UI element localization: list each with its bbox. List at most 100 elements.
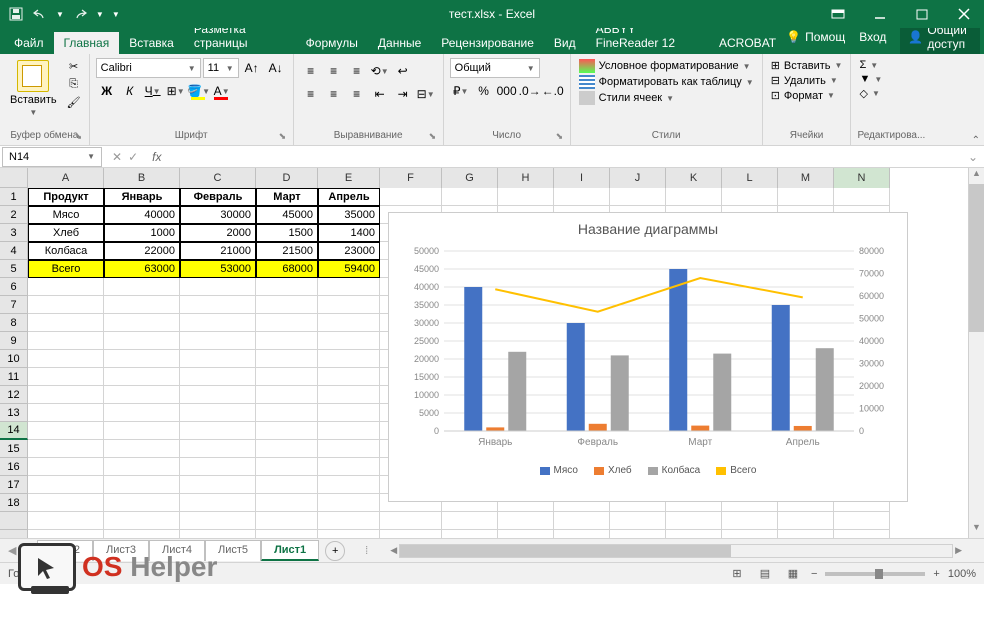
col-header-C[interactable]: C — [180, 168, 256, 188]
cancel-formula-icon[interactable]: ✕ — [112, 150, 122, 164]
cell[interactable]: Мясо — [28, 206, 104, 224]
cell[interactable] — [610, 188, 666, 206]
vertical-scrollbar[interactable]: ▲▼ — [968, 168, 984, 538]
cell[interactable] — [28, 440, 104, 458]
increase-indent-icon[interactable]: ⇥ — [392, 84, 414, 104]
cell[interactable]: 68000 — [256, 260, 318, 278]
cut-icon[interactable]: ✂ — [65, 58, 83, 74]
cell[interactable] — [104, 422, 180, 440]
cell[interactable] — [28, 512, 104, 530]
cell[interactable] — [256, 296, 318, 314]
col-header-D[interactable]: D — [256, 168, 318, 188]
page-layout-view-icon[interactable]: ▤ — [755, 566, 775, 582]
cell[interactable]: 45000 — [256, 206, 318, 224]
underline-button[interactable]: Ч▼ — [142, 81, 164, 101]
row-header-5[interactable]: 5 — [0, 260, 28, 278]
cell[interactable] — [104, 332, 180, 350]
collapse-ribbon-icon[interactable]: ⌃ — [972, 135, 980, 146]
zoom-slider[interactable] — [825, 572, 925, 576]
cell[interactable]: 2000 — [180, 224, 256, 242]
cell[interactable] — [666, 530, 722, 538]
align-bottom-icon[interactable]: ≡ — [346, 61, 368, 81]
increase-font-icon[interactable]: A↑ — [241, 58, 263, 78]
tab-file[interactable]: Файл — [4, 32, 54, 54]
cell[interactable]: 21500 — [256, 242, 318, 260]
italic-button[interactable]: К — [119, 81, 141, 101]
cell[interactable] — [256, 512, 318, 530]
col-header-F[interactable]: F — [380, 168, 442, 188]
cell[interactable] — [554, 188, 610, 206]
row-header-20[interactable] — [0, 530, 28, 538]
autosum-button[interactable]: Σ▼ — [857, 58, 884, 72]
sheet-nav-prev-icon[interactable]: ◀ — [8, 544, 16, 557]
cell[interactable] — [498, 512, 554, 530]
border-button[interactable]: ⊞▼ — [165, 81, 187, 101]
add-sheet-button[interactable]: + — [325, 541, 345, 561]
wrap-text-icon[interactable]: ↩ — [392, 61, 414, 81]
enter-formula-icon[interactable]: ✓ — [128, 150, 138, 164]
hscroll-thumb[interactable] — [400, 545, 731, 557]
cell[interactable]: Январь — [104, 188, 180, 206]
tab-home[interactable]: Главная — [54, 32, 120, 54]
cell[interactable] — [498, 530, 554, 538]
cell[interactable] — [28, 404, 104, 422]
merge-icon[interactable]: ⊟▼ — [415, 84, 437, 104]
cell[interactable]: 59400 — [318, 260, 380, 278]
cell[interactable] — [318, 386, 380, 404]
vscroll-thumb[interactable] — [969, 184, 984, 332]
cell[interactable] — [28, 422, 104, 440]
row-header-10[interactable]: 10 — [0, 350, 28, 368]
cell[interactable]: Февраль — [180, 188, 256, 206]
font-color-button[interactable]: A▼ — [211, 81, 233, 101]
cell[interactable] — [180, 530, 256, 538]
cell[interactable]: 1500 — [256, 224, 318, 242]
cell[interactable] — [256, 440, 318, 458]
col-header-N[interactable]: N — [834, 168, 890, 188]
cell[interactable] — [104, 368, 180, 386]
cell[interactable] — [318, 476, 380, 494]
tab-insert[interactable]: Вставка — [119, 32, 184, 54]
cell[interactable] — [180, 440, 256, 458]
cell[interactable] — [28, 332, 104, 350]
cell[interactable] — [28, 458, 104, 476]
comma-icon[interactable]: 000 — [496, 81, 518, 101]
row-header-14[interactable]: 14 — [0, 422, 28, 440]
cell[interactable] — [318, 278, 380, 296]
format-table-button[interactable]: Форматировать как таблицу▼ — [577, 74, 756, 90]
row-header-1[interactable]: 1 — [0, 188, 28, 206]
row-header-18[interactable]: 18 — [0, 494, 28, 512]
cell[interactable] — [256, 494, 318, 512]
cell[interactable]: Всего — [28, 260, 104, 278]
undo-icon[interactable] — [32, 6, 48, 22]
cell-styles-button[interactable]: Стили ячеек▼ — [577, 90, 756, 106]
expand-formula-icon[interactable]: ⌄ — [962, 150, 984, 164]
decrease-indent-icon[interactable]: ⇤ — [369, 84, 391, 104]
cell[interactable]: 1000 — [104, 224, 180, 242]
zoom-value[interactable]: 100% — [948, 568, 976, 580]
delete-cells-button[interactable]: ⊟Удалить▼ — [769, 73, 845, 88]
cell[interactable] — [554, 530, 610, 538]
formula-input[interactable] — [167, 147, 961, 167]
cell[interactable] — [256, 404, 318, 422]
fill-button[interactable]: ▼▼ — [857, 72, 884, 86]
cell[interactable] — [318, 296, 380, 314]
normal-view-icon[interactable]: ⊞ — [727, 566, 747, 582]
cell[interactable]: 1400 — [318, 224, 380, 242]
row-header-11[interactable]: 11 — [0, 368, 28, 386]
cell[interactable] — [104, 404, 180, 422]
cell[interactable] — [380, 512, 442, 530]
cell[interactable] — [180, 494, 256, 512]
cell[interactable] — [28, 350, 104, 368]
cell[interactable] — [180, 386, 256, 404]
help-icon[interactable]: 💡 — [786, 30, 801, 44]
cell[interactable] — [104, 494, 180, 512]
align-right-icon[interactable]: ≡ — [346, 84, 368, 104]
cell[interactable] — [318, 512, 380, 530]
redo-icon[interactable] — [72, 6, 88, 22]
cell[interactable] — [318, 458, 380, 476]
cell[interactable]: 40000 — [104, 206, 180, 224]
chart[interactable]: Название диаграммы 050001000015000200002… — [388, 212, 908, 502]
cell[interactable] — [28, 314, 104, 332]
number-format-combo[interactable]: Общий▼ — [450, 58, 540, 78]
cell[interactable] — [834, 512, 890, 530]
